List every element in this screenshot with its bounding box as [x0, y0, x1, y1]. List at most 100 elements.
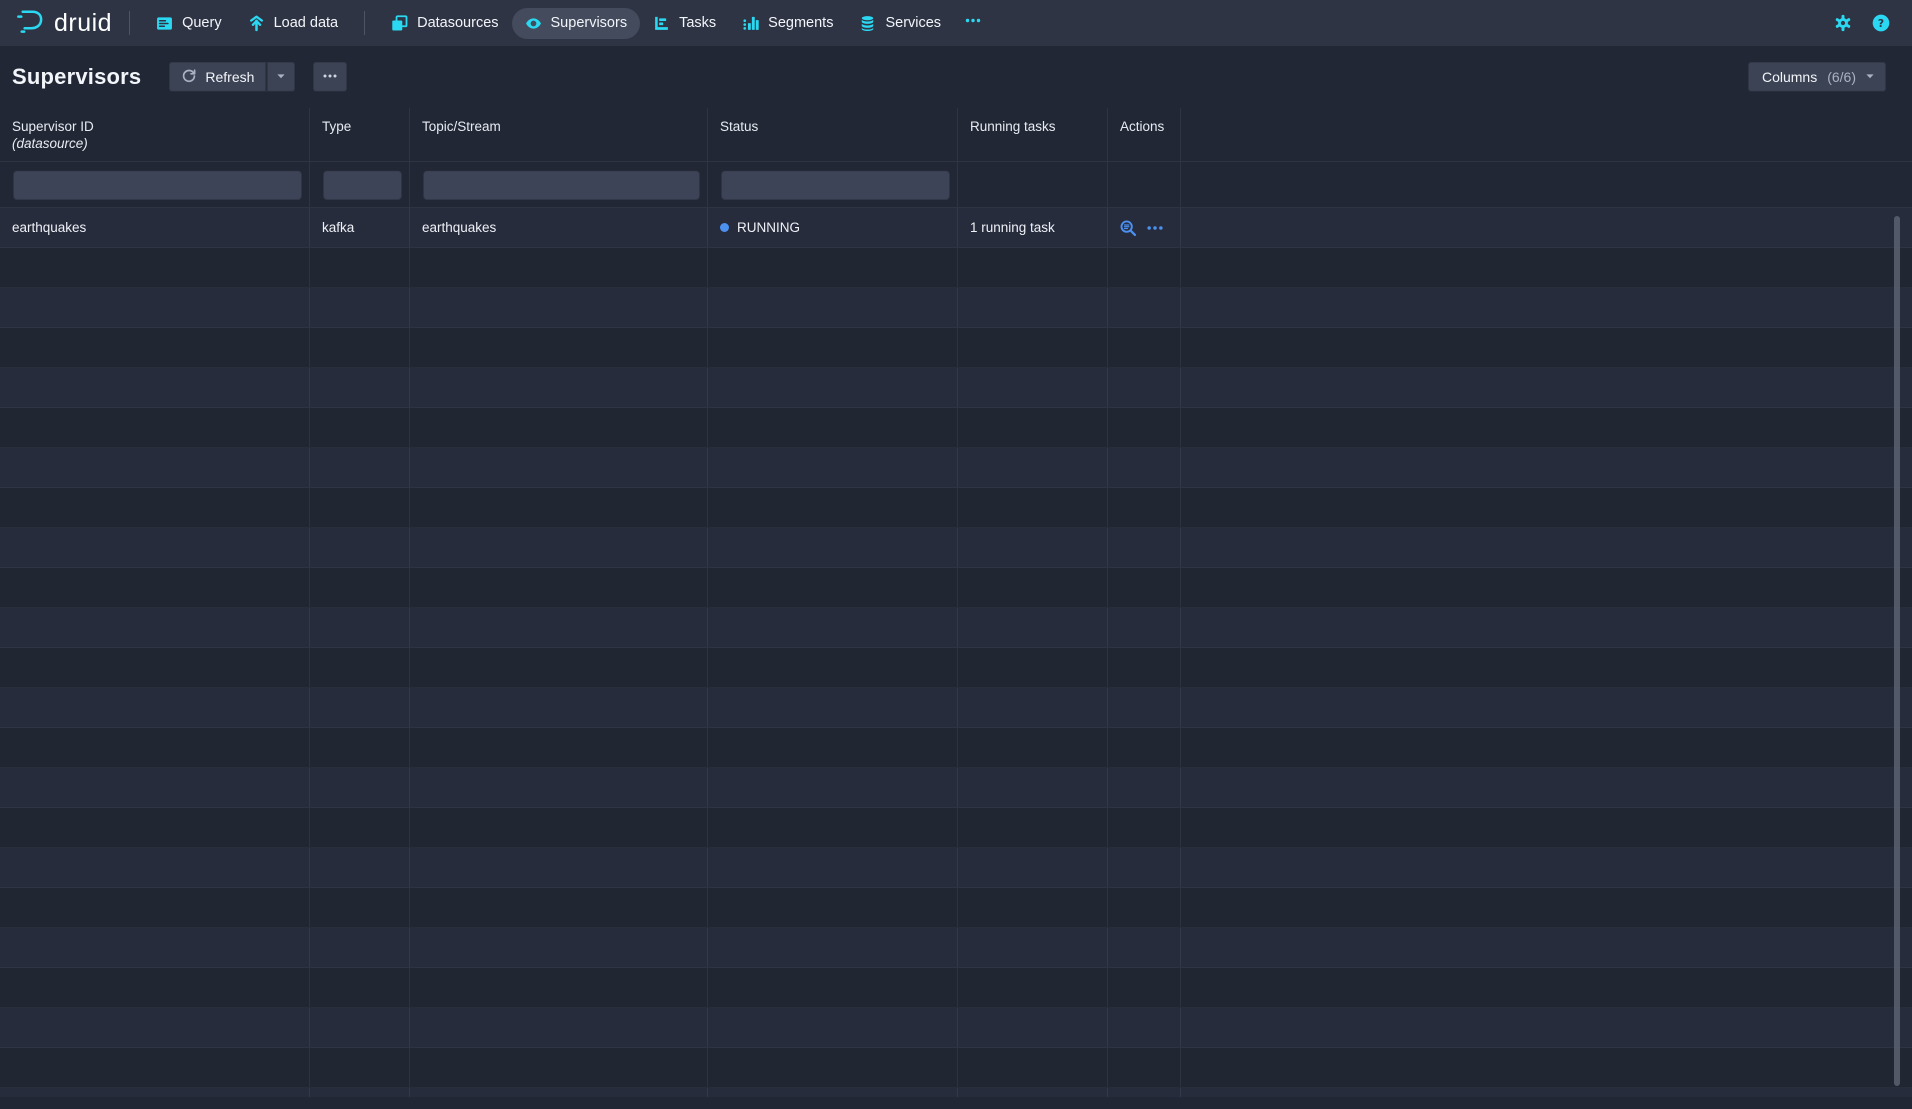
empty-cell: [310, 808, 410, 847]
refresh-button-group: Refresh: [169, 62, 295, 92]
nav-item-query[interactable]: Query: [143, 8, 235, 39]
table-row-empty: [0, 288, 1912, 328]
nav-item-services[interactable]: Services: [846, 8, 954, 39]
empty-cell: [410, 1088, 708, 1097]
empty-cell: [1181, 248, 1912, 287]
empty-cell: [958, 1088, 1108, 1097]
empty-cell: [310, 568, 410, 607]
more-actions-icon[interactable]: [1146, 219, 1164, 237]
filter-topic-stream-input[interactable]: [423, 170, 700, 200]
more-options-button[interactable]: [313, 62, 347, 92]
empty-cell: [1181, 488, 1912, 527]
empty-cell: [1181, 528, 1912, 567]
empty-cell: [410, 368, 708, 407]
services-icon: [859, 15, 876, 32]
table-row-empty: [0, 768, 1912, 808]
type-value: kafka: [322, 220, 354, 235]
filter-type-input[interactable]: [323, 170, 402, 200]
column-header-topic-stream[interactable]: Topic/Stream: [410, 108, 708, 161]
columns-dropdown-button[interactable]: Columns (6/6): [1748, 62, 1886, 92]
table-row-empty: [0, 608, 1912, 648]
refresh-button[interactable]: Refresh: [169, 62, 266, 92]
druid-logo-icon: [14, 5, 45, 41]
column-header-actions[interactable]: Actions: [1108, 108, 1181, 161]
nav-item-label: Query: [182, 15, 222, 31]
empty-cell: [1108, 928, 1181, 967]
filter-status-input[interactable]: [721, 170, 950, 200]
empty-cell: [0, 648, 310, 687]
chevron-down-icon: [275, 69, 287, 85]
search-detail-icon[interactable]: [1119, 219, 1137, 237]
column-header-label: Actions: [1120, 119, 1164, 134]
empty-cell: [958, 848, 1108, 887]
empty-cell: [958, 648, 1108, 687]
filter-supervisor-id-input[interactable]: [13, 170, 302, 200]
nav-item-label: Load data: [274, 15, 339, 31]
cell-topic-stream: earthquakes: [410, 208, 708, 247]
help-icon[interactable]: ?: [1872, 14, 1890, 32]
empty-cell: [708, 448, 958, 487]
nav-item-tasks[interactable]: Tasks: [640, 8, 729, 39]
empty-cell: [410, 328, 708, 367]
empty-cell: [1181, 368, 1912, 407]
gear-icon[interactable]: [1834, 14, 1852, 32]
empty-cell: [708, 608, 958, 647]
table-row[interactable]: earthquakes kafka earthquakes RUNNING 1 …: [0, 208, 1912, 248]
nav-item-supervisors[interactable]: Supervisors: [512, 8, 641, 39]
column-header-type[interactable]: Type: [310, 108, 410, 161]
refresh-icon: [181, 68, 197, 87]
nav-item-segments[interactable]: Segments: [729, 8, 846, 39]
cell-type: kafka: [310, 208, 410, 247]
column-header-status[interactable]: Status: [708, 108, 958, 161]
table-row-empty: [0, 328, 1912, 368]
nav-item-datasources[interactable]: Datasources: [378, 8, 511, 39]
empty-cell: [410, 728, 708, 767]
empty-cell: [708, 568, 958, 607]
status-dot-icon: [720, 223, 729, 232]
empty-cell: [0, 888, 310, 927]
empty-cell: [0, 768, 310, 807]
column-header-running-tasks[interactable]: Running tasks: [958, 108, 1108, 161]
empty-cell: [1108, 448, 1181, 487]
top-navbar: druid Query Load data Dat: [0, 0, 1912, 46]
cell-running-tasks: 1 running task: [958, 208, 1108, 247]
logo-wordmark: druid: [54, 9, 112, 38]
column-header-label: Supervisor ID: [12, 119, 94, 134]
empty-cell: [310, 848, 410, 887]
nav-item-label: Segments: [768, 15, 833, 31]
empty-cell: [310, 488, 410, 527]
column-header-filler: [1181, 108, 1912, 161]
druid-logo[interactable]: druid: [14, 5, 112, 41]
vertical-scrollbar[interactable]: [1894, 216, 1900, 1086]
nav-divider: [129, 11, 130, 35]
empty-cell: [0, 1048, 310, 1087]
page-title: Supervisors: [12, 64, 141, 90]
empty-cell: [1181, 408, 1912, 447]
empty-cell: [1181, 808, 1912, 847]
table-row-empty: [0, 928, 1912, 968]
empty-cell: [410, 768, 708, 807]
empty-cell: [708, 688, 958, 727]
cell-filler: [1181, 208, 1912, 247]
column-header-label: Topic/Stream: [422, 119, 501, 134]
nav-more-button[interactable]: [954, 5, 992, 41]
empty-cell: [958, 968, 1108, 1007]
datasources-icon: [391, 15, 408, 32]
empty-cell: [410, 968, 708, 1007]
empty-cell: [310, 368, 410, 407]
empty-cell: [410, 928, 708, 967]
table-body: earthquakes kafka earthquakes RUNNING 1 …: [0, 208, 1912, 1097]
empty-cell: [1181, 968, 1912, 1007]
nav-item-load-data[interactable]: Load data: [235, 8, 352, 39]
refresh-interval-dropdown-button[interactable]: [266, 62, 295, 92]
empty-cell: [410, 248, 708, 287]
empty-cell: [1181, 288, 1912, 327]
column-header-supervisor-id[interactable]: Supervisor ID (datasource): [0, 108, 310, 161]
empty-cell: [1108, 528, 1181, 567]
empty-cell: [1181, 768, 1912, 807]
empty-cell: [1181, 1048, 1912, 1087]
table-row-empty: [0, 568, 1912, 608]
empty-cell: [708, 808, 958, 847]
empty-cell: [1181, 648, 1912, 687]
table-row-empty: [0, 648, 1912, 688]
